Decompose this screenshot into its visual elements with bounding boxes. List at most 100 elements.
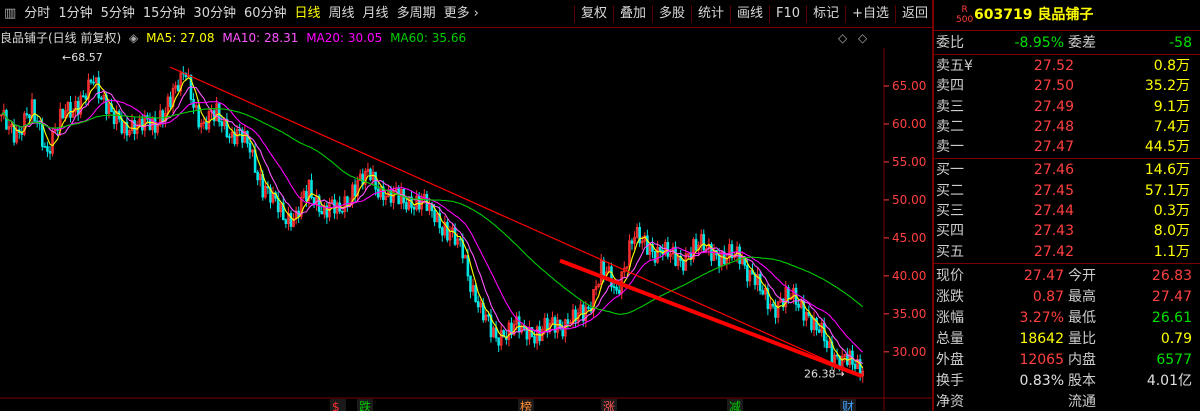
stat-row: 换手 0.83% 股本 4.01亿 bbox=[936, 372, 1192, 389]
y-tick-label: 65.00 bbox=[892, 79, 926, 93]
tab-4[interactable]: 30分钟 bbox=[189, 0, 240, 28]
candle-body bbox=[458, 238, 462, 241]
candle-body bbox=[446, 221, 449, 241]
toolbar-separator bbox=[612, 4, 614, 23]
candle-body bbox=[453, 227, 457, 245]
ask-row[interactable]: 卖五¥ 27.52 0.8万 bbox=[934, 56, 1200, 76]
y-tick-label: 50.00 bbox=[892, 193, 926, 207]
tab-8[interactable]: 月线 bbox=[359, 0, 393, 28]
candle-body bbox=[5, 110, 8, 130]
candle-body bbox=[284, 219, 288, 224]
candle-body bbox=[717, 254, 721, 267]
event-marker: 跌 bbox=[359, 399, 371, 411]
ma10-label: MA10: 28.31 bbox=[222, 31, 299, 45]
candle-body bbox=[228, 136, 231, 139]
tab-0[interactable]: 分时 bbox=[20, 0, 54, 28]
tab-9[interactable]: 多周期 bbox=[393, 0, 440, 28]
candle-body bbox=[538, 326, 541, 342]
candle-body bbox=[630, 240, 634, 244]
tool-6[interactable]: 标记 bbox=[809, 0, 843, 28]
stat-row: 涨跌 0.87 最高 27.47 bbox=[936, 288, 1192, 305]
tab-1[interactable]: 1分钟 bbox=[54, 0, 96, 28]
candle-body bbox=[853, 363, 857, 369]
candle-body bbox=[702, 234, 706, 251]
webi-row: 委比 -8.95% 委差 -58 bbox=[934, 31, 1200, 55]
kline-chart[interactable]: 65.00 60.00 55.00 50.00 45.00 40.00 35.00 30.00… bbox=[0, 48, 932, 411]
candle-body bbox=[615, 286, 618, 291]
tool-2[interactable]: 多股 bbox=[655, 0, 689, 28]
ask-row[interactable]: 卖三 27.49 9.1万 bbox=[934, 97, 1200, 117]
tool-5[interactable]: F10 bbox=[772, 0, 804, 28]
tool-8[interactable]: 返回 bbox=[898, 0, 932, 28]
candle-body bbox=[433, 210, 436, 223]
candle-body bbox=[346, 196, 349, 207]
indicator-toggle-icon[interactable]: ◈ bbox=[129, 31, 138, 45]
candle-body bbox=[320, 211, 324, 215]
stock-code-name: 603719 良品铺子 bbox=[974, 7, 1094, 23]
tool-1[interactable]: 叠加 bbox=[616, 0, 650, 28]
candle-body bbox=[440, 227, 444, 236]
candle-body bbox=[405, 202, 408, 210]
candle-body bbox=[76, 101, 80, 115]
tab-6[interactable]: 日线 bbox=[291, 0, 325, 28]
event-marker: 减 bbox=[729, 400, 741, 411]
candle-body bbox=[674, 246, 677, 266]
tool-7[interactable]: +自选 bbox=[848, 0, 893, 28]
tool-3[interactable]: 统计 bbox=[694, 0, 728, 28]
ma60-label: MA60: 35.66 bbox=[390, 31, 467, 45]
chart-title: 良品铺子(日线 前复权) bbox=[0, 31, 122, 45]
candle-body bbox=[33, 99, 36, 122]
candle-body bbox=[822, 322, 826, 342]
tab-3[interactable]: 15分钟 bbox=[139, 0, 190, 28]
y-tick-label: 30.00 bbox=[892, 345, 926, 359]
candle-body bbox=[397, 187, 400, 205]
stat-row: 现价 27.47 今开 26.83 bbox=[936, 267, 1192, 284]
candle-body bbox=[89, 79, 93, 83]
bid-row[interactable]: 买二 27.45 57.1万 bbox=[934, 181, 1200, 201]
bid-book: 买一 27.46 14.6万 买二 27.45 57.1万 买三 27.44 0.3万 买四 27.… bbox=[934, 159, 1200, 264]
period-toolbar: ▥ 分时 1分钟 5分钟 15分钟 30分钟 60分钟 日线 周线 月线 多周期 更多 › 复权 叠加 多股统… bbox=[0, 0, 932, 28]
bid-row[interactable]: 买五 27.42 1.1万 bbox=[934, 242, 1200, 262]
candle-body bbox=[84, 95, 88, 100]
event-marker: $ bbox=[332, 400, 340, 411]
tool-0[interactable]: 复权 bbox=[577, 0, 611, 28]
ask-row[interactable]: 卖二 27.48 7.4万 bbox=[934, 117, 1200, 137]
candle-body bbox=[617, 289, 621, 294]
layout-icon[interactable]: ▥ bbox=[0, 0, 20, 28]
tab-10[interactable]: 更多 bbox=[440, 0, 474, 28]
candle-body bbox=[774, 305, 777, 318]
tool-4[interactable]: 画线 bbox=[733, 0, 767, 28]
more-chevron-icon[interactable]: › bbox=[470, 0, 483, 28]
candle-body bbox=[566, 319, 570, 324]
ask-row[interactable]: 卖一 27.47 44.5万 bbox=[934, 137, 1200, 157]
candle-body bbox=[758, 273, 762, 291]
candle-body bbox=[487, 314, 490, 317]
event-marker: 榜 bbox=[520, 399, 532, 411]
ma-legend: 良品铺子(日线 前复权) ◈ MA5: 27.08 MA10: 28.31 MA… bbox=[0, 28, 932, 48]
candle-body bbox=[217, 103, 221, 123]
candle-body bbox=[61, 108, 65, 119]
candle-body bbox=[694, 239, 698, 251]
candle-body bbox=[561, 327, 565, 337]
candle-body bbox=[169, 96, 172, 107]
y-tick-label: 35.00 bbox=[892, 307, 926, 321]
stat-row: 涨幅 3.27% 最低 26.61 bbox=[936, 309, 1192, 326]
tab-2[interactable]: 5分钟 bbox=[97, 0, 139, 28]
candle-body bbox=[25, 113, 29, 116]
candle-body bbox=[466, 255, 470, 277]
candle-body bbox=[746, 264, 749, 282]
bid-row[interactable]: 买三 27.44 0.3万 bbox=[934, 201, 1200, 221]
diamond-icon[interactable]: ◇ bbox=[838, 28, 847, 48]
tab-5[interactable]: 60分钟 bbox=[240, 0, 291, 28]
stat-row: 总量 18642 量比 0.79 bbox=[936, 330, 1192, 347]
collapse-icon[interactable]: ◇ bbox=[858, 28, 867, 48]
candle-body bbox=[587, 306, 590, 309]
bid-row[interactable]: 买一 27.46 14.6万 bbox=[934, 160, 1200, 180]
ask-row[interactable]: 卖四 27.50 35.2万 bbox=[934, 76, 1200, 96]
candle-body bbox=[256, 171, 259, 181]
candle-body bbox=[97, 77, 101, 99]
candle-body bbox=[28, 114, 31, 119]
bid-row[interactable]: 买四 27.43 8.0万 bbox=[934, 221, 1200, 241]
y-tick-label: 60.00 bbox=[892, 117, 926, 131]
tab-7[interactable]: 周线 bbox=[325, 0, 359, 28]
